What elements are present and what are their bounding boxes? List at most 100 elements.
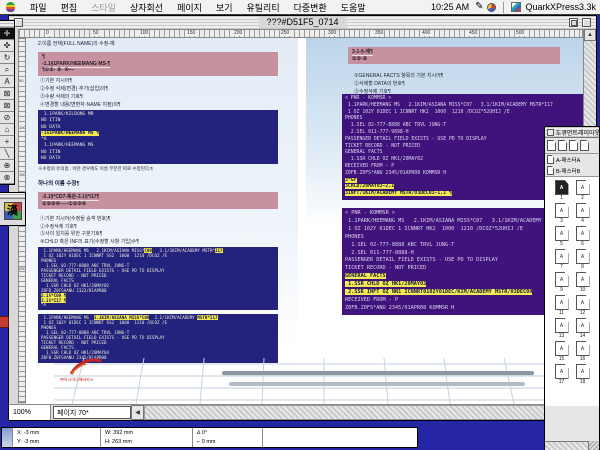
application-menu-label[interactable]: QuarkXPress3.3k — [525, 2, 596, 12]
scroll-up-icon[interactable]: ▲ — [584, 29, 596, 41]
legend-line: ①기본 지시어(수정될 승객 번호)¶ — [40, 216, 139, 224]
item-tool-icon[interactable]: ✛ — [0, 28, 14, 40]
zoom-box-icon[interactable] — [569, 18, 578, 27]
legend-list-3: ①GENERAL FACTS 항목의 기본 지시어¶②삭제할 DATA의 번호¶… — [354, 72, 443, 96]
horizontal-scrollbar[interactable] — [144, 405, 568, 420]
page-thumbnail-16[interactable]: A16 — [575, 341, 590, 362]
hanja-input-icon[interactable]: 漢 — [4, 202, 22, 220]
orthogonal-line-tool-icon[interactable]: + — [0, 136, 14, 148]
color-ball-icon[interactable] — [487, 3, 496, 12]
menu-item-8[interactable]: 다중변환 — [287, 1, 334, 14]
document-window: ???#D51F5_0714 0501001502002503003504004… — [8, 15, 597, 421]
note-line: ※수정의 유의점 : 어떤 경우에도 이름 부분만 따로 수정된다.¶ — [38, 166, 153, 172]
menu-item-5[interactable]: 페이지 — [170, 1, 209, 14]
page-thumbnail-8[interactable]: A8 — [575, 249, 590, 270]
asiana-swoosh-logo-icon — [68, 356, 104, 376]
line-tool-icon[interactable]: ╲ — [0, 148, 14, 160]
text-line: ①②-③ — [352, 56, 556, 63]
page-thumbnail-18[interactable]: A18 — [575, 364, 590, 385]
blank-single-page-icon[interactable] — [547, 140, 556, 151]
legend-line: ④CHLD 혹은 INF의 표기(수정할 사항 기입)수¶ — [40, 239, 139, 247]
angle-cell[interactable]: ∆ 0° ⌐ 0 mm — [193, 428, 263, 447]
menu-bar-right: 10:25 AM ✎ QuarkXPress3.3k — [431, 2, 600, 13]
page-thumbnail-17[interactable]: A17 — [554, 364, 569, 385]
page-thumbnail-3[interactable]: A3 — [554, 203, 569, 224]
legend-line: ①GENERAL FACTS 항목의 기본 지시어¶ — [354, 72, 443, 80]
left-edge-app-icon[interactable] — [0, 316, 9, 328]
menu-item-7[interactable]: 유틸리티 — [240, 1, 287, 14]
section-heading: 하나의 이름 수정¶ — [38, 179, 80, 187]
window-status-bar: 100% 페이지 70* ◀ ▶ — [9, 404, 596, 420]
page-thumbnail-1[interactable]: A1 — [554, 180, 569, 201]
page-thumbnail-10[interactable]: A10 — [575, 272, 590, 293]
input-method-palette[interactable]: 漢 — [0, 192, 26, 226]
ruler-number: 200 — [233, 30, 243, 36]
quarkxpress-app-icon[interactable] — [511, 2, 521, 12]
rect-picture-box-tool-icon[interactable]: ⊠ — [0, 88, 14, 100]
x-value: -3 mm — [24, 430, 40, 436]
collapse-box-icon[interactable] — [582, 18, 591, 27]
palette-drag-bar[interactable] — [0, 193, 25, 199]
page-thumbnail-11[interactable]: A11 — [554, 295, 569, 316]
apple-menu-icon[interactable] — [6, 2, 15, 12]
content-tool-icon[interactable]: ✜ — [0, 40, 14, 52]
blank-page-icon[interactable] — [569, 140, 578, 151]
pen-icon[interactable]: ✎ — [475, 2, 483, 12]
menu-item-4[interactable]: 상자회선 — [123, 1, 170, 14]
page-thumbnail-13[interactable]: A13 — [554, 318, 569, 339]
menu-item-9[interactable]: 도움말 — [334, 1, 373, 14]
position-cell[interactable]: X: -3 mm Y: -3 mm — [13, 428, 101, 447]
page-thumbnail-6[interactable]: A6 — [575, 226, 590, 247]
page-thumbnail-9[interactable]: A9 — [554, 272, 569, 293]
polygon-picture-box-tool-icon[interactable]: ⌂ — [0, 124, 14, 136]
logo-text: ㈜아시아나애바카스 — [60, 377, 93, 383]
angle-value: 0° — [202, 430, 207, 436]
page-thumbnail-7[interactable]: A7 — [554, 249, 569, 270]
menu-item-6[interactable]: 보기 — [209, 1, 240, 14]
ruler-number: 100 — [139, 30, 149, 36]
text-line: 3-1-§-예¶ — [352, 49, 556, 56]
view-percent-field[interactable]: 100% — [9, 405, 51, 420]
page-thumbnail-12[interactable]: A12 — [575, 295, 590, 316]
unlink-tool-icon[interactable]: ⊗ — [0, 172, 14, 184]
page-number-field[interactable]: 페이지 70* — [53, 406, 131, 419]
close-box-icon[interactable] — [14, 18, 23, 27]
size-cell[interactable]: W: 392 mm H: 263 mm — [101, 428, 193, 447]
palette-close-icon[interactable] — [547, 129, 554, 136]
blank-page-icon[interactable] — [580, 140, 589, 151]
ruler-number: 150 — [186, 30, 196, 36]
perspective-grid-graphic — [54, 354, 570, 404]
document-layout-palette: 도큐먼트레이아웃 A-매스터A B-매스터B A1A2A3A4A5A6A7A8A… — [544, 126, 600, 450]
page-thumbnail-14[interactable]: A14 — [575, 318, 590, 339]
measurements-empty-area — [263, 428, 417, 447]
blank-facing-page-icon[interactable] — [558, 140, 567, 151]
palette-resize-handle[interactable] — [588, 441, 599, 450]
zoom-tool-icon[interactable]: ⌕ — [0, 64, 14, 76]
format-box-2: -2.1§*CD7-혹은-3.1§*I17¶①②③④-----①②③④ — [38, 192, 278, 209]
rounded-picture-box-tool-icon[interactable]: ⊠ — [0, 100, 14, 112]
master-page-item-b[interactable]: B-매스터B — [545, 165, 599, 176]
link-tool-icon[interactable]: ⊕ — [0, 160, 14, 172]
text-line: *A — [41, 303, 275, 308]
text-line: ¶①②- ③- ④— — [42, 67, 274, 74]
page-thumbnail-15[interactable]: A15 — [554, 341, 569, 362]
master-page-item-a[interactable]: A-매스터A — [545, 154, 599, 165]
menu-item-1[interactable]: 파일 — [23, 1, 54, 14]
page-thumbnail-4[interactable]: A4 — [575, 203, 590, 224]
page-thumbnail-2[interactable]: A2 — [575, 180, 590, 201]
palette-title-bar[interactable]: 도큐먼트레이아웃 — [545, 127, 599, 138]
page-thumbnail-5[interactable]: A5 — [554, 226, 569, 247]
menu-item-2[interactable]: 편집 — [54, 1, 85, 14]
window-title-bar[interactable]: ???#D51F5_0714 — [9, 16, 596, 29]
palette-drag-bar[interactable] — [0, 21, 14, 28]
ruler-number: 50 — [19, 79, 26, 83]
rotation-tool-icon[interactable]: ↻ — [0, 52, 14, 64]
y-value: -3 mm — [23, 439, 39, 445]
master-page-label: B-매스터B — [556, 167, 580, 175]
h-value: 263 mm — [112, 439, 132, 445]
page-area: 2.이름 전체(FULL NAME)의 수정-예 ¶-1.1§1PARK/HEE… — [26, 38, 593, 420]
oval-picture-box-tool-icon[interactable]: ⊘ — [0, 112, 14, 124]
gray-rule-2 — [229, 382, 525, 386]
text-box-tool-icon[interactable]: A — [0, 76, 14, 88]
scroll-left-icon[interactable]: ◀ — [131, 405, 144, 420]
